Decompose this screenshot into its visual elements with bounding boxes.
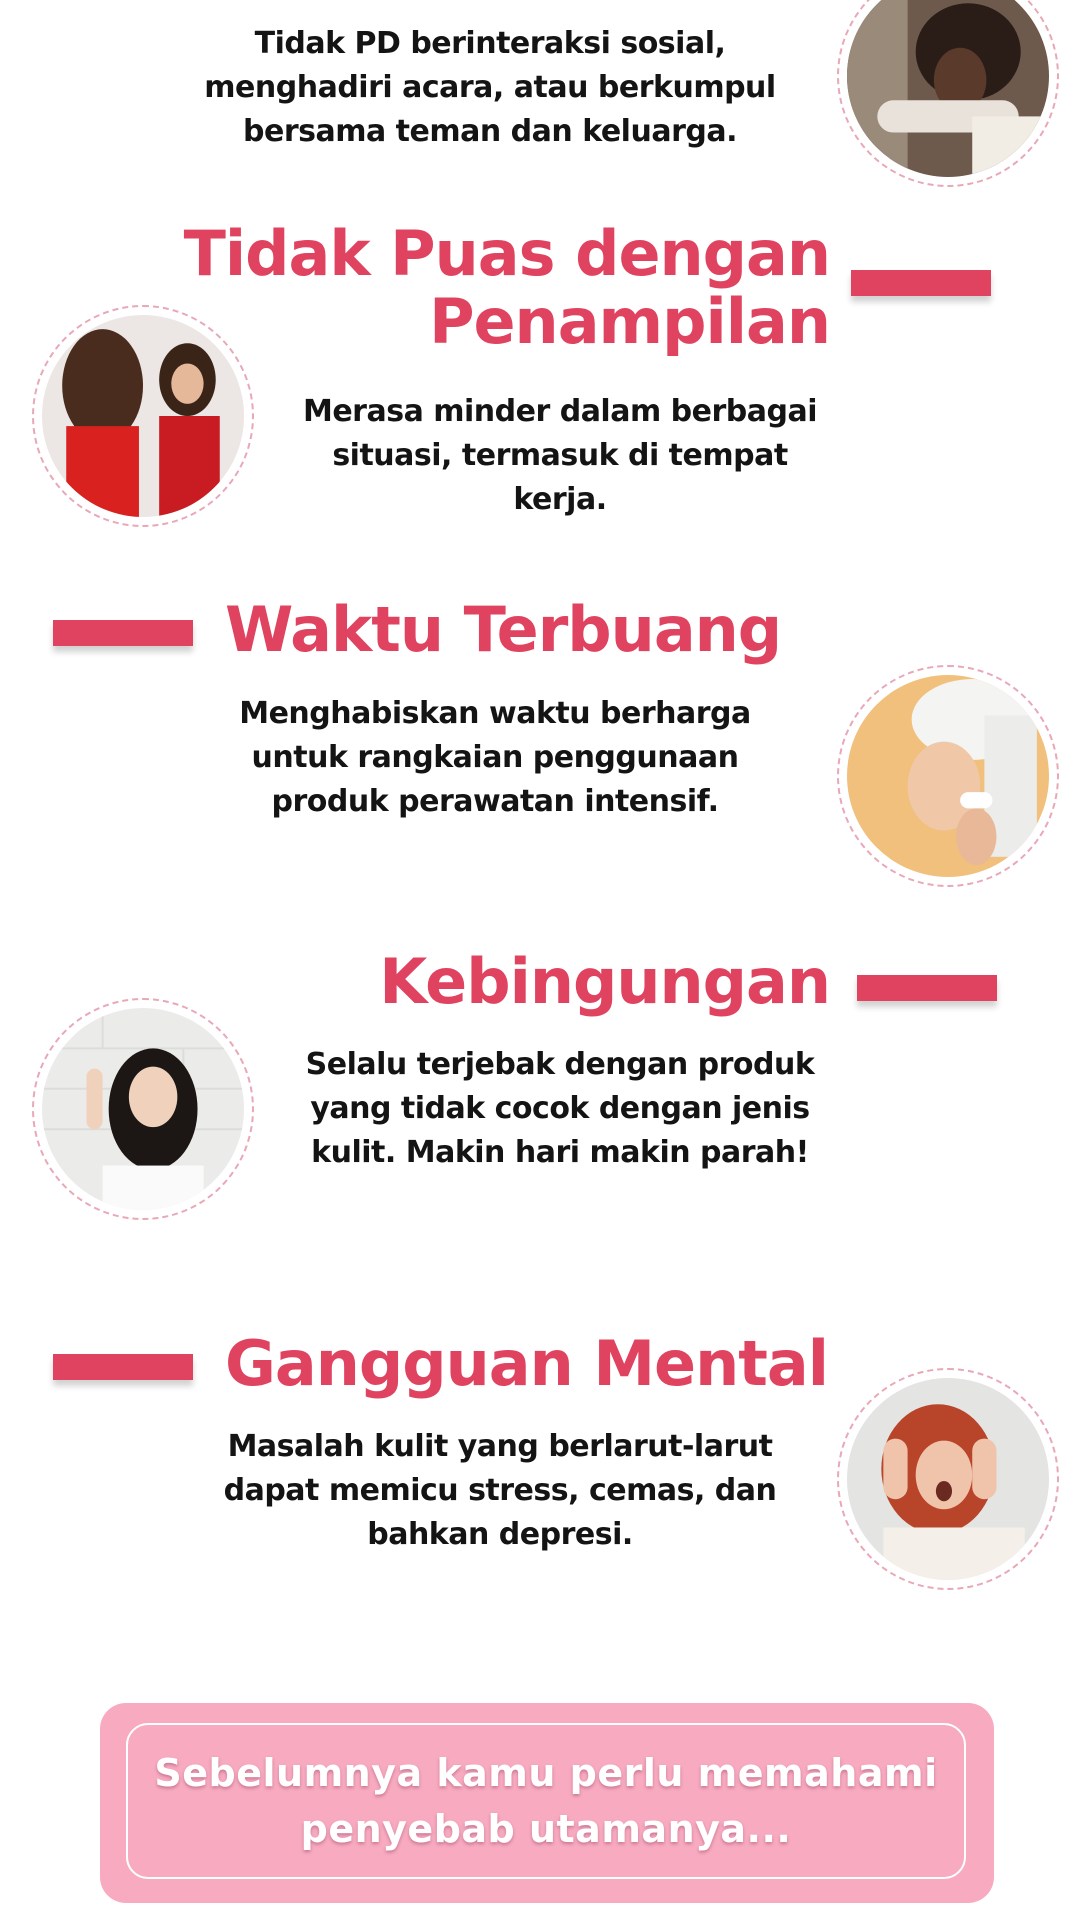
desc-line: Menghabiskan waktu berharga bbox=[239, 696, 751, 731]
mental-description: Masalah kulit yang berlarut-larut dapat … bbox=[210, 1425, 790, 1557]
woman-stressed-screaming-photo bbox=[847, 1378, 1049, 1580]
title-line: Waktu Terbuang bbox=[225, 593, 782, 666]
woman-confused-hair-photo bbox=[42, 1008, 244, 1210]
accent-bar bbox=[857, 975, 997, 1001]
desc-line: untuk rangkaian penggunaan bbox=[251, 740, 739, 775]
confusion-description: Selalu terjebak dengan produk yang tidak… bbox=[285, 1043, 835, 1175]
appearance-description: Merasa minder dalam berbagai situasi, te… bbox=[290, 390, 830, 522]
title-line: Kebingungan bbox=[379, 945, 831, 1018]
desc-line: kulit. Makin hari makin parah! bbox=[311, 1135, 809, 1170]
cta-line: penyebab utamanya... bbox=[300, 1807, 792, 1851]
desc-line: Merasa minder dalam berbagai bbox=[302, 394, 818, 429]
cta-line: Sebelumnya kamu perlu memahami bbox=[154, 1751, 938, 1795]
desc-line: bersama teman dan keluarga. bbox=[243, 114, 737, 149]
desc-line: produk perawatan intensif. bbox=[271, 784, 719, 819]
title-line: Tidak Puas dengan bbox=[183, 217, 831, 290]
social-confidence-description: Tidak PD berinteraksi sosial, menghadiri… bbox=[200, 22, 780, 154]
accent-bar bbox=[53, 1354, 193, 1380]
title-line: Gangguan Mental bbox=[225, 1327, 829, 1400]
desc-line: dapat memicu stress, cemas, dan bbox=[223, 1473, 777, 1508]
title-line: Penampilan bbox=[429, 285, 831, 359]
desc-line: Masalah kulit yang berlarut-larut bbox=[227, 1429, 773, 1464]
desc-line: situasi, termasuk di tempat kerja. bbox=[332, 438, 788, 517]
section-title-confusion: Kebingungan bbox=[379, 945, 831, 1018]
time-description: Menghabiskan waktu berharga untuk rangka… bbox=[220, 692, 770, 824]
cta-inner-frame: Sebelumnya kamu perlu memahami penyebab … bbox=[126, 1723, 966, 1879]
woman-red-dress-mirror-photo bbox=[42, 315, 244, 517]
desc-line: bahkan depresi. bbox=[367, 1517, 633, 1552]
desc-line: Selalu terjebak dengan produk bbox=[305, 1047, 815, 1082]
desc-line: yang tidak cocok dengan jenis bbox=[310, 1091, 810, 1126]
desc-line: Tidak PD berinteraksi sosial, bbox=[254, 26, 726, 61]
woman-towel-face-roller-photo bbox=[847, 675, 1049, 877]
desc-line: menghadiri acara, atau berkumpul bbox=[204, 70, 776, 105]
cta-banner: Sebelumnya kamu perlu memahami penyebab … bbox=[100, 1703, 994, 1903]
cta-text: Sebelumnya kamu perlu memahami penyebab … bbox=[154, 1745, 937, 1857]
section-title-mental: Gangguan Mental bbox=[225, 1327, 829, 1400]
section-title-appearance: Tidak Puas dengan Penampilan bbox=[183, 217, 831, 359]
accent-bar bbox=[851, 270, 991, 296]
section-title-time: Waktu Terbuang bbox=[225, 593, 782, 666]
accent-bar bbox=[53, 620, 193, 646]
